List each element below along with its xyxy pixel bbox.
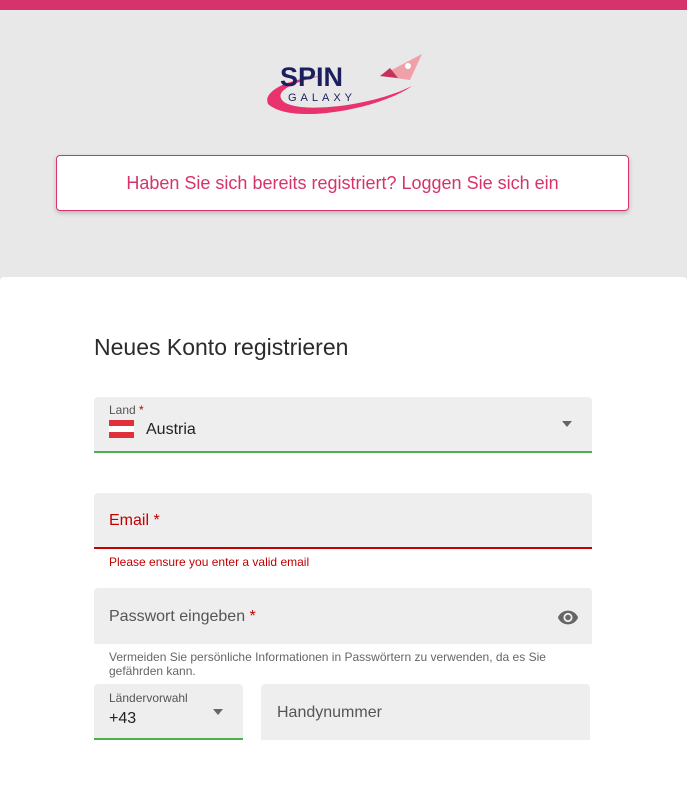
country-label: Land * [109, 403, 144, 417]
phone-number-input[interactable]: Handynummer [261, 684, 590, 740]
email-error-message: Please ensure you enter a valid email [109, 555, 310, 569]
country-select[interactable]: Land * Austria [94, 397, 592, 453]
phone-number-placeholder: Handynummer [277, 704, 382, 721]
form-title: Neues Konto registrieren [94, 334, 349, 360]
austria-flag-icon [109, 420, 134, 438]
eye-icon[interactable] [557, 606, 579, 628]
password-hint: Vermeiden Sie persönliche Informationen … [109, 650, 546, 678]
email-label: Email * [109, 512, 160, 529]
email-field[interactable]: Email * [94, 493, 592, 549]
country-value: Austria [146, 421, 196, 438]
logo-text-spin: SPIN [280, 62, 343, 92]
login-link-banner[interactable]: Haben Sie sich bereits registriert? Logg… [56, 155, 629, 211]
logo-text-galaxy: GALAXY [288, 92, 356, 104]
country-code-value: +43 [109, 710, 137, 727]
chevron-down-icon [213, 709, 223, 715]
country-code-select[interactable]: Ländervorwahl +43 [94, 684, 243, 740]
country-code-label: Ländervorwahl [109, 691, 188, 705]
top-accent-bar [0, 0, 687, 10]
spin-galaxy-logo: SPIN GALAXY [267, 54, 422, 115]
password-label: Passwort eingeben * [109, 608, 256, 625]
password-field[interactable]: Passwort eingeben * [94, 588, 592, 644]
chevron-down-icon [562, 421, 572, 427]
